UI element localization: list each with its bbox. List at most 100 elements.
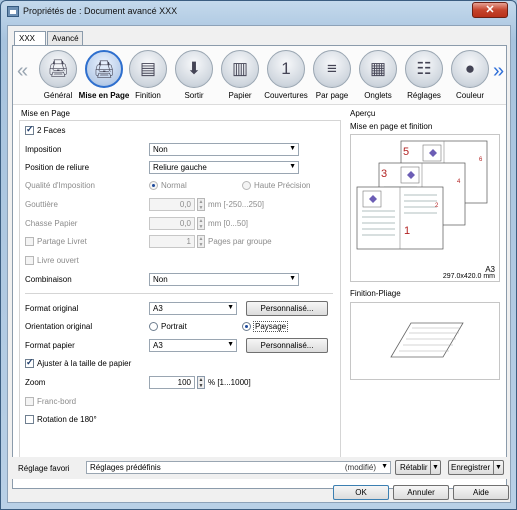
favorites-select[interactable]: Réglages prédéfinis (modifié) ▼ bbox=[86, 461, 391, 474]
portrait-radio[interactable] bbox=[149, 322, 158, 331]
chevron-down-icon: ▼ bbox=[289, 163, 296, 170]
original-size-custom-button[interactable]: Personnalisé... bbox=[246, 301, 328, 316]
settings-icon-glyph: ☷ bbox=[416, 59, 432, 78]
output-tray-icon-glyph: ⬇ bbox=[186, 59, 202, 78]
save-button[interactable]: Enregistrer ▼ bbox=[448, 460, 504, 475]
orientation-label: Orientation original bbox=[25, 322, 93, 331]
quality-high-radio[interactable] bbox=[242, 181, 251, 190]
layout-icon-glyph: 🖨 bbox=[93, 60, 115, 79]
gutter-input[interactable]: 0,0 bbox=[149, 198, 195, 211]
rotate-180-label: Rotation de 180° bbox=[37, 415, 97, 424]
dialog-window: Propriétés de : Document avancé XXX ✕ XX… bbox=[0, 0, 517, 510]
scroll-left-arrow-icon[interactable]: « bbox=[17, 60, 28, 83]
close-button[interactable]: ✕ bbox=[472, 2, 508, 18]
zoom-label: Zoom bbox=[25, 378, 46, 387]
title-bar[interactable]: Propriétés de : Document avancé XXX ✕ bbox=[1, 1, 516, 23]
original-size-select[interactable]: A3 ▼ bbox=[149, 302, 237, 315]
chevron-down-icon[interactable]: ▼ bbox=[430, 461, 440, 474]
pages-per-group-stepper[interactable]: ▲ ▼ bbox=[197, 235, 205, 248]
finish-title: Finition-Pliage bbox=[350, 289, 401, 298]
landscape-radio[interactable] bbox=[242, 322, 251, 331]
fit-to-paper-checkbox[interactable] bbox=[25, 357, 34, 368]
page-number-3: 3 bbox=[381, 168, 387, 180]
fit-to-paper-label: Ajuster à la taille de papier bbox=[37, 359, 132, 368]
page-number-1: 1 bbox=[404, 225, 410, 237]
printer-app-icon bbox=[7, 6, 19, 17]
zoom-stepper[interactable]: ▲ ▼ bbox=[197, 376, 205, 389]
pages-per-group-input[interactable]: 1 bbox=[149, 235, 195, 248]
fold-illustration bbox=[390, 322, 464, 358]
gutter-unit: mm [-250...250] bbox=[208, 200, 265, 209]
split-booklet-label: Partage Livret bbox=[37, 237, 87, 246]
zoom-input[interactable]: 100 bbox=[149, 376, 195, 389]
creep-label: Chasse Papier bbox=[25, 219, 78, 228]
paper-size-custom-button[interactable]: Personnalisé... bbox=[246, 338, 328, 353]
page-number-5: 5 bbox=[403, 146, 409, 158]
booklet-preview-illustration: 5 6 3 4 1 2 bbox=[356, 140, 488, 250]
paper-size-select[interactable]: A3 ▼ bbox=[149, 339, 237, 352]
color-icon: ● bbox=[451, 50, 489, 88]
finishing-icon: ▤ bbox=[129, 50, 167, 88]
help-button[interactable]: Aide bbox=[453, 485, 509, 500]
restore-button[interactable]: Rétablir ▼ bbox=[395, 460, 441, 475]
tab-avance[interactable]: Avancé bbox=[47, 31, 83, 45]
imposition-select[interactable]: Non ▼ bbox=[149, 143, 299, 156]
gutter-label: Gouttière bbox=[25, 200, 58, 209]
tab-panel: « 🖨 Général 🖨 Mise en Page ▤ Finition ⬇ Sortir ▥… bbox=[12, 45, 507, 489]
chevron-down-icon: ▼ bbox=[289, 275, 296, 282]
output-tray-icon: ⬇ bbox=[175, 50, 213, 88]
tabs-icon-glyph: ▦ bbox=[369, 59, 387, 78]
scroll-right-arrow-icon[interactable]: » bbox=[493, 60, 504, 83]
rotate-180-checkbox[interactable] bbox=[25, 415, 34, 424]
ribbon-item-label: Couleur bbox=[455, 91, 484, 100]
ok-button[interactable]: OK bbox=[333, 485, 389, 500]
preview-section-title: Aperçu bbox=[350, 109, 376, 118]
cover-icon-glyph: 1 bbox=[281, 59, 291, 78]
paper-icon: ▥ bbox=[221, 50, 259, 88]
chevron-down-icon: ▼ bbox=[289, 145, 296, 152]
ribbon-item-couleur[interactable]: ● Couleur bbox=[447, 48, 493, 104]
landscape-label: Paysage bbox=[253, 321, 289, 332]
tabs-icon: ▦ bbox=[359, 50, 397, 88]
sheet-front bbox=[356, 186, 444, 250]
chevron-down-icon: ▼ bbox=[227, 341, 234, 348]
restore-label: Rétablir bbox=[400, 463, 428, 472]
binding-value: Reliure gauche bbox=[153, 163, 207, 172]
imposition-label: Imposition bbox=[25, 145, 62, 154]
gutter-stepper[interactable]: ▲ ▼ bbox=[197, 198, 205, 211]
quality-normal-radio[interactable] bbox=[149, 181, 158, 190]
finishing-preview bbox=[350, 302, 500, 380]
zoom-unit: % [1...1000] bbox=[208, 378, 251, 387]
chevron-down-icon: ▼ bbox=[227, 304, 234, 311]
quality-label: Qualité d'Imposition bbox=[25, 181, 96, 190]
full-bleed-label: Franc-bord bbox=[37, 397, 77, 406]
chevron-down-icon[interactable]: ▼ bbox=[493, 461, 503, 474]
combination-select[interactable]: Non ▼ bbox=[149, 273, 299, 286]
split-booklet-checkbox[interactable] bbox=[25, 237, 34, 246]
creep-input[interactable]: 0,0 bbox=[149, 217, 195, 230]
favorites-modified: (modifié) bbox=[344, 463, 376, 472]
preview-title: Mise en page et finition bbox=[350, 122, 433, 131]
open-book-checkbox[interactable] bbox=[25, 256, 34, 265]
favorites-label: Réglage favori bbox=[18, 464, 70, 473]
pages-per-group-unit: Pages par groupe bbox=[208, 237, 272, 246]
tab-xxx[interactable]: XXX bbox=[14, 31, 46, 46]
printer-icon-glyph: 🖨 bbox=[47, 59, 69, 78]
creep-stepper[interactable]: ▲ ▼ bbox=[197, 217, 205, 230]
save-label: Enregistrer bbox=[451, 463, 491, 472]
feature-ribbon: « 🖨 Général 🖨 Mise en Page ▤ Finition ⬇ Sortir ▥… bbox=[13, 46, 506, 104]
printer-icon: 🖨 bbox=[39, 50, 77, 88]
window-title: Propriétés de : Document avancé XXX bbox=[23, 6, 178, 16]
full-bleed-checkbox[interactable] bbox=[25, 397, 34, 406]
binding-label: Position de reliure bbox=[25, 163, 90, 172]
cancel-button[interactable]: Annuler bbox=[393, 485, 449, 500]
dialog-client: XXX Avancé « 🖨 Général 🖨 Mise en Page ▤ Finit… bbox=[7, 25, 511, 503]
open-book-label: Livre ouvert bbox=[37, 256, 79, 265]
two-sided-label: 2 Faces bbox=[37, 126, 66, 135]
per-page-icon-glyph: ≡ bbox=[327, 59, 337, 78]
combination-value: Non bbox=[153, 275, 168, 284]
quality-normal-label: Normal bbox=[161, 181, 187, 190]
binding-select[interactable]: Reliure gauche ▼ bbox=[149, 161, 299, 174]
two-sided-checkbox[interactable] bbox=[25, 124, 34, 135]
ribbon-divider bbox=[13, 104, 506, 105]
